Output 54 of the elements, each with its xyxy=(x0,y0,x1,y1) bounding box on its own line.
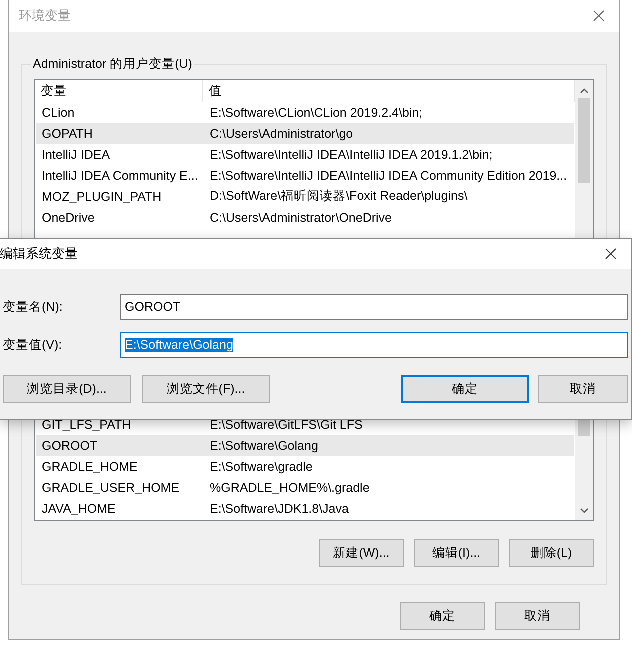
scroll-thumb[interactable] xyxy=(578,98,590,183)
variable-value: E:\Software\CLion\CLion 2019.2.4\bin; xyxy=(209,106,424,120)
dialog-button[interactable]: 编辑(I)... xyxy=(414,539,499,567)
input-field[interactable]: GOROOT xyxy=(120,294,628,320)
variable-name: GOROOT xyxy=(41,438,99,452)
dialog-button[interactable]: 浏览目录(D)... xyxy=(3,375,131,403)
variable-row[interactable]: MOZ_PLUGIN_PATH D:\SoftWare\福昕阅读器\Foxit Reader\plugins\ xyxy=(36,186,574,207)
variable-value: E:\Software\Golang xyxy=(209,438,320,452)
variable-row[interactable]: GOROOT E:\Software\Golang xyxy=(36,435,574,456)
dialog-button[interactable]: 删除(L) xyxy=(509,539,594,567)
variable-name: GRADLE_HOME xyxy=(41,460,139,474)
variable-row[interactable]: JAVA_HOME E:\Software\JDK1.8\Java xyxy=(36,498,574,519)
variable-name: OneDrive xyxy=(41,210,96,224)
dialog-title: 编辑系统变量 xyxy=(0,245,78,263)
scroll-down-icon xyxy=(580,508,588,514)
window-title: 环境变量 xyxy=(19,7,71,25)
variable-name: GIT_LFS_PATH xyxy=(41,418,132,432)
close-icon xyxy=(593,10,605,22)
dialog-button[interactable]: 确定 xyxy=(400,602,485,630)
variable-name: GOPATH xyxy=(41,126,94,140)
dialog-button[interactable]: 取消 xyxy=(538,375,628,403)
variable-name: GRADLE_USER_HOME xyxy=(41,480,181,494)
variable-row[interactable]: GRADLE_USER_HOME %GRADLE_HOME%\.gradle xyxy=(36,477,574,498)
variable-row[interactable]: IntelliJ IDEA Community E... E:\Software\IntelliJ IDEA\IntelliJ IDEA Community Edition 2019... xyxy=(36,165,574,186)
variable-value: E:\Software\IntelliJ IDEA\IntelliJ IDEA 2019.1.2\bin; xyxy=(209,148,494,162)
variable-row[interactable]: GRADLE_HOME E:\Software\gradle xyxy=(36,456,574,477)
variable-value: C:\Users\Administrator\go xyxy=(209,126,354,140)
variable-value: E:\Software\JDK1.8\Java xyxy=(209,502,350,516)
variable-row[interactable]: CLion E:\Software\CLion\CLion 2019.2.4\bin; xyxy=(36,102,574,123)
dialog-button[interactable]: 确定 xyxy=(401,375,529,403)
variable-value: E:\Software\gradle xyxy=(209,460,314,474)
variable-name: MOZ_PLUGIN_PATH xyxy=(41,190,163,204)
variable-row[interactable]: GOPATH C:\Users\Administrator\go xyxy=(36,123,574,144)
variable-value: E:\Software\IntelliJ IDEA\IntelliJ IDEA Community Edition 2019... xyxy=(209,168,568,182)
variable-value: E:\Software\GitLFS\Git LFS xyxy=(209,418,364,432)
dialog-button[interactable]: 新建(W)... xyxy=(319,539,404,567)
input-field[interactable]: E:\Software\Golang xyxy=(120,332,628,358)
dialog-button[interactable]: 取消 xyxy=(495,602,580,630)
variable-name: IntelliJ IDEA xyxy=(41,148,112,162)
variable-value: D:\SoftWare\福昕阅读器\Foxit Reader\plugins\ xyxy=(209,188,469,205)
variable-row[interactable]: IntelliJ IDEA E:\Software\IntelliJ IDEA\IntelliJ IDEA 2019.1.2\bin; xyxy=(36,144,574,165)
group-title: Administrator 的用户变量(U) xyxy=(32,56,194,73)
column-header[interactable]: 变量 xyxy=(35,80,203,102)
variable-name: JAVA_HOME xyxy=(41,502,117,516)
variable-value: C:\Users\Administrator\OneDrive xyxy=(209,210,393,224)
scroll-up-icon xyxy=(580,88,588,94)
dialog-button[interactable]: 浏览文件(F)... xyxy=(142,375,270,403)
variable-name: CLion xyxy=(41,106,76,120)
close-icon xyxy=(605,248,617,260)
variable-value: %GRADLE_HOME%\.gradle xyxy=(209,480,371,494)
field-label: 变量名(N): xyxy=(3,298,64,316)
variable-row[interactable]: OneDrive C:\Users\Administrator\OneDrive xyxy=(36,207,574,228)
variable-name: IntelliJ IDEA Community E... xyxy=(41,168,200,182)
field-label: 变量值(V): xyxy=(3,336,64,354)
